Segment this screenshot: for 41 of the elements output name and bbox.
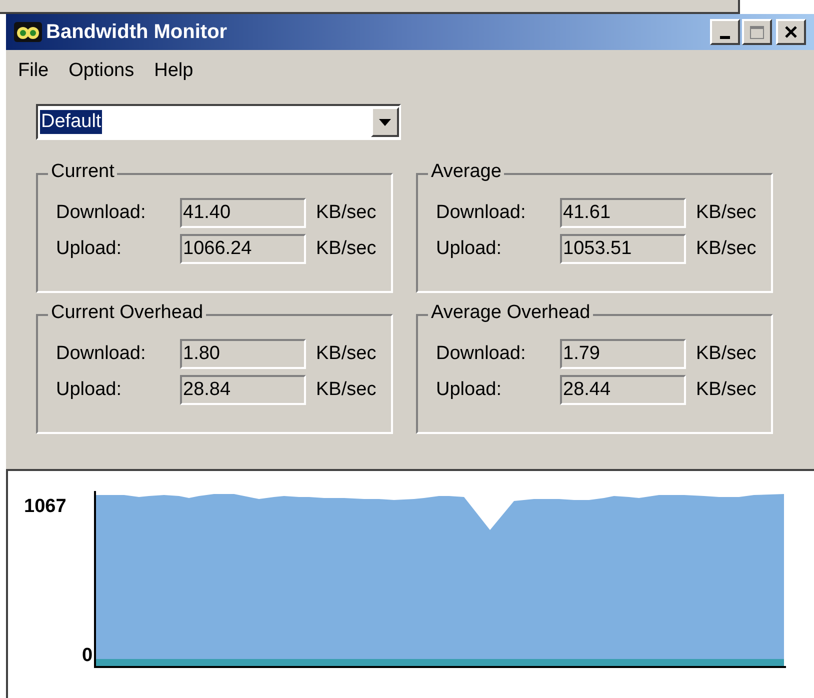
- group-title: Average Overhead: [428, 302, 594, 324]
- app-icon: [14, 22, 42, 42]
- menu-item[interactable]: Help: [146, 56, 202, 86]
- value-field: 41.40: [180, 198, 306, 228]
- unit-label: KB/sec: [696, 342, 756, 366]
- unit-label: KB/sec: [696, 236, 756, 261]
- value-field: 28.44: [560, 375, 686, 405]
- maximize-icon: [750, 26, 764, 38]
- menu-item[interactable]: File: [10, 56, 57, 86]
- field-label: Download:: [436, 200, 527, 225]
- value-field: 1066.24: [180, 234, 306, 264]
- axis-label: 0: [82, 646, 93, 666]
- minimize-icon: [720, 36, 730, 39]
- maximize-button[interactable]: [742, 19, 772, 45]
- value-field: 1053.51: [560, 234, 686, 264]
- field-label: Upload:: [56, 236, 122, 261]
- field-label: Download:: [56, 200, 147, 225]
- close-icon: [784, 25, 798, 39]
- unit-label: KB/sec: [316, 378, 376, 402]
- window-title: Bandwidth Monitor: [46, 20, 228, 45]
- value-field: 28.84: [180, 375, 306, 405]
- value-field: 1.79: [560, 339, 686, 369]
- field-label: Upload:: [56, 378, 122, 402]
- axis-label: 1067: [24, 497, 66, 517]
- unit-label: KB/sec: [316, 342, 376, 366]
- caret-icon: [379, 118, 391, 126]
- group-title: Average: [428, 161, 504, 183]
- field-label: Upload:: [436, 236, 502, 261]
- value-field: 1.80: [180, 339, 306, 369]
- close-button[interactable]: [776, 19, 806, 45]
- menu-item[interactable]: Options: [60, 56, 142, 86]
- profile-dropdown[interactable]: Default: [36, 104, 401, 140]
- unit-label: KB/sec: [696, 378, 756, 402]
- value-field: 41.61: [560, 198, 686, 228]
- field-label: Download:: [436, 342, 527, 366]
- unit-label: KB/sec: [696, 200, 756, 225]
- minimize-button[interactable]: [710, 19, 740, 45]
- unit-label: KB/sec: [316, 236, 376, 261]
- unit-label: KB/sec: [316, 200, 376, 225]
- field-label: Download:: [56, 342, 147, 366]
- field-label: Upload:: [436, 378, 502, 402]
